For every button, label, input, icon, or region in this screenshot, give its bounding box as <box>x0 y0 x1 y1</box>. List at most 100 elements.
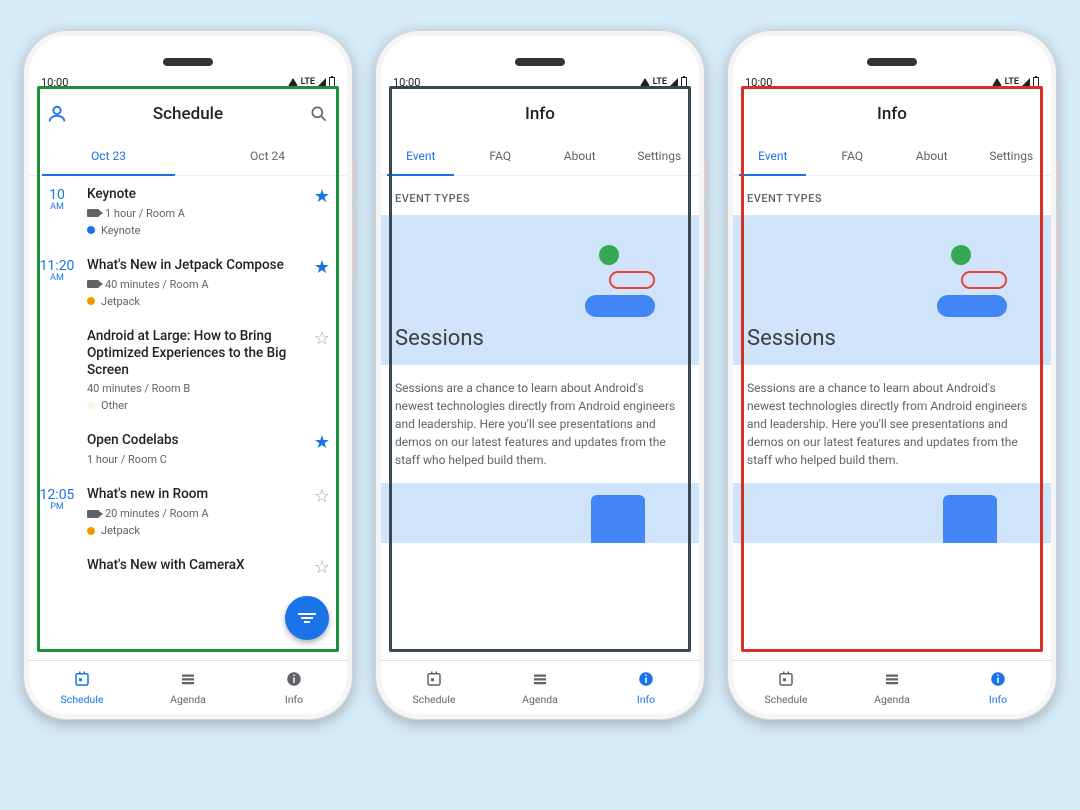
time-col: 10AM <box>35 186 79 237</box>
phone-speaker <box>515 58 565 66</box>
bookmark-star-icon[interactable]: ★ <box>314 259 330 277</box>
star-col: ★ <box>309 257 335 308</box>
canvas: 10:00 LTE Schedule <box>0 0 1080 810</box>
nav-label: Schedule <box>61 693 104 706</box>
ampm: PM <box>35 502 79 512</box>
nav-info[interactable]: Info <box>241 661 347 714</box>
chip-dot-icon <box>87 297 95 305</box>
session-chip: Other <box>87 399 301 412</box>
tab-label: Settings <box>989 149 1033 163</box>
side-button <box>353 160 357 200</box>
wifi-icon <box>992 78 1002 86</box>
info-scroll[interactable]: EVENT TYPES Sessions Sessions are a chan… <box>381 176 699 660</box>
chip-dot-icon <box>87 402 95 410</box>
tab-faq[interactable]: FAQ <box>461 136 541 175</box>
nav-schedule[interactable]: Schedule <box>381 661 487 714</box>
session-meta: 20 minutes / Room A <box>87 507 301 520</box>
tab-event[interactable]: Event <box>733 136 813 175</box>
time: 11:20 <box>35 259 79 273</box>
sessions-hero: Sessions <box>381 215 699 365</box>
filter-fab[interactable] <box>285 596 329 640</box>
meta-text: 40 minutes / Room A <box>105 278 209 291</box>
battery-icon <box>329 77 335 87</box>
tab-event[interactable]: Event <box>381 136 461 175</box>
nav-info[interactable]: Info <box>593 661 699 714</box>
tab-oct24[interactable]: Oct 24 <box>188 136 347 175</box>
status-time: 10:00 <box>393 76 420 89</box>
decor-dot-icon <box>951 245 971 265</box>
app-bar: Info <box>381 92 699 136</box>
session-content: Open Codelabs1 hour / Room C <box>87 432 301 466</box>
session-meta: 40 minutes / Room B <box>87 382 301 395</box>
star-col: ☆ <box>309 328 335 413</box>
video-icon <box>87 280 99 288</box>
chip-dot-icon <box>87 527 95 535</box>
session-content: Android at Large: How to Bring Optimized… <box>87 328 301 413</box>
bottom-nav: Schedule Agenda Info <box>29 660 347 714</box>
sessions-desc: Sessions are a chance to learn about And… <box>733 365 1051 483</box>
nav-label: Agenda <box>170 693 206 706</box>
bookmark-star-icon[interactable]: ★ <box>314 434 330 452</box>
star-col: ★ <box>309 186 335 237</box>
tab-about[interactable]: About <box>540 136 620 175</box>
nav-schedule[interactable]: Schedule <box>29 661 135 714</box>
session-row[interactable]: 11:20AMWhat's New in Jetpack Compose40 m… <box>29 247 347 318</box>
session-content: What's New in Jetpack Compose40 minutes … <box>87 257 301 308</box>
tab-settings[interactable]: Settings <box>620 136 700 175</box>
video-icon <box>87 209 99 217</box>
session-list[interactable]: 10AMKeynote1 hour / Room AKeynote★11:20A… <box>29 176 347 660</box>
chip-label: Jetpack <box>101 524 140 537</box>
session-row[interactable]: 12:05PMWhat's new in Room20 minutes / Ro… <box>29 476 347 547</box>
tab-oct23[interactable]: Oct 23 <box>29 136 188 175</box>
nav-agenda[interactable]: Agenda <box>135 661 241 714</box>
tab-label: Settings <box>637 149 681 163</box>
next-hero <box>733 483 1051 543</box>
tab-label: About <box>564 149 596 163</box>
tab-settings[interactable]: Settings <box>972 136 1052 175</box>
chip-label: Jetpack <box>101 295 140 308</box>
side-button <box>705 160 709 200</box>
meta-text: 20 minutes / Room A <box>105 507 209 520</box>
time: 10 <box>35 188 79 202</box>
nav-info[interactable]: Info <box>945 661 1051 714</box>
session-row[interactable]: What's New with CameraX☆ <box>29 547 347 587</box>
nav-label: Agenda <box>522 693 558 706</box>
decor-blob-icon <box>937 295 1007 317</box>
nav-label: Schedule <box>413 693 456 706</box>
session-row[interactable]: Open Codelabs1 hour / Room C ★ <box>29 422 347 476</box>
bookmark-star-icon[interactable]: ☆ <box>314 330 330 348</box>
nav-schedule[interactable]: Schedule <box>733 661 839 714</box>
nav-label: Info <box>637 693 655 706</box>
date-tabs: Oct 23 Oct 24 <box>29 136 347 176</box>
status-time: 10:00 <box>745 76 772 89</box>
tab-about[interactable]: About <box>892 136 972 175</box>
search-icon[interactable] <box>305 100 333 128</box>
battery-icon <box>681 77 687 87</box>
agenda-icon <box>179 670 197 691</box>
session-row[interactable]: 10AMKeynote1 hour / Room AKeynote★ <box>29 176 347 247</box>
calendar-icon <box>425 670 443 691</box>
tab-label: FAQ <box>841 149 863 163</box>
bookmark-star-icon[interactable]: ☆ <box>314 559 330 577</box>
sessions-hero: Sessions <box>733 215 1051 365</box>
meta-text: 1 hour / Room A <box>105 207 185 220</box>
decor-box-icon <box>591 495 645 543</box>
session-row[interactable]: Android at Large: How to Bring Optimized… <box>29 318 347 423</box>
info-tabs: Event FAQ About Settings <box>381 136 699 176</box>
account-icon[interactable] <box>43 100 71 128</box>
decor-pill-icon <box>609 271 655 289</box>
star-col: ☆ <box>309 486 335 537</box>
bookmark-star-icon[interactable]: ☆ <box>314 488 330 506</box>
nav-agenda[interactable]: Agenda <box>487 661 593 714</box>
tab-faq[interactable]: FAQ <box>813 136 893 175</box>
info-scroll[interactable]: EVENT TYPES Sessions Sessions are a chan… <box>733 176 1051 660</box>
wifi-icon <box>288 78 298 86</box>
nav-agenda[interactable]: Agenda <box>839 661 945 714</box>
session-title: What's new in Room <box>87 486 301 503</box>
bottom-nav: Schedule Agenda Info <box>381 660 699 714</box>
info-icon <box>989 670 1007 691</box>
page-title: Schedule <box>153 104 223 124</box>
info-icon <box>637 670 655 691</box>
bookmark-star-icon[interactable]: ★ <box>314 188 330 206</box>
meta-text: 1 hour / Room C <box>87 453 167 466</box>
